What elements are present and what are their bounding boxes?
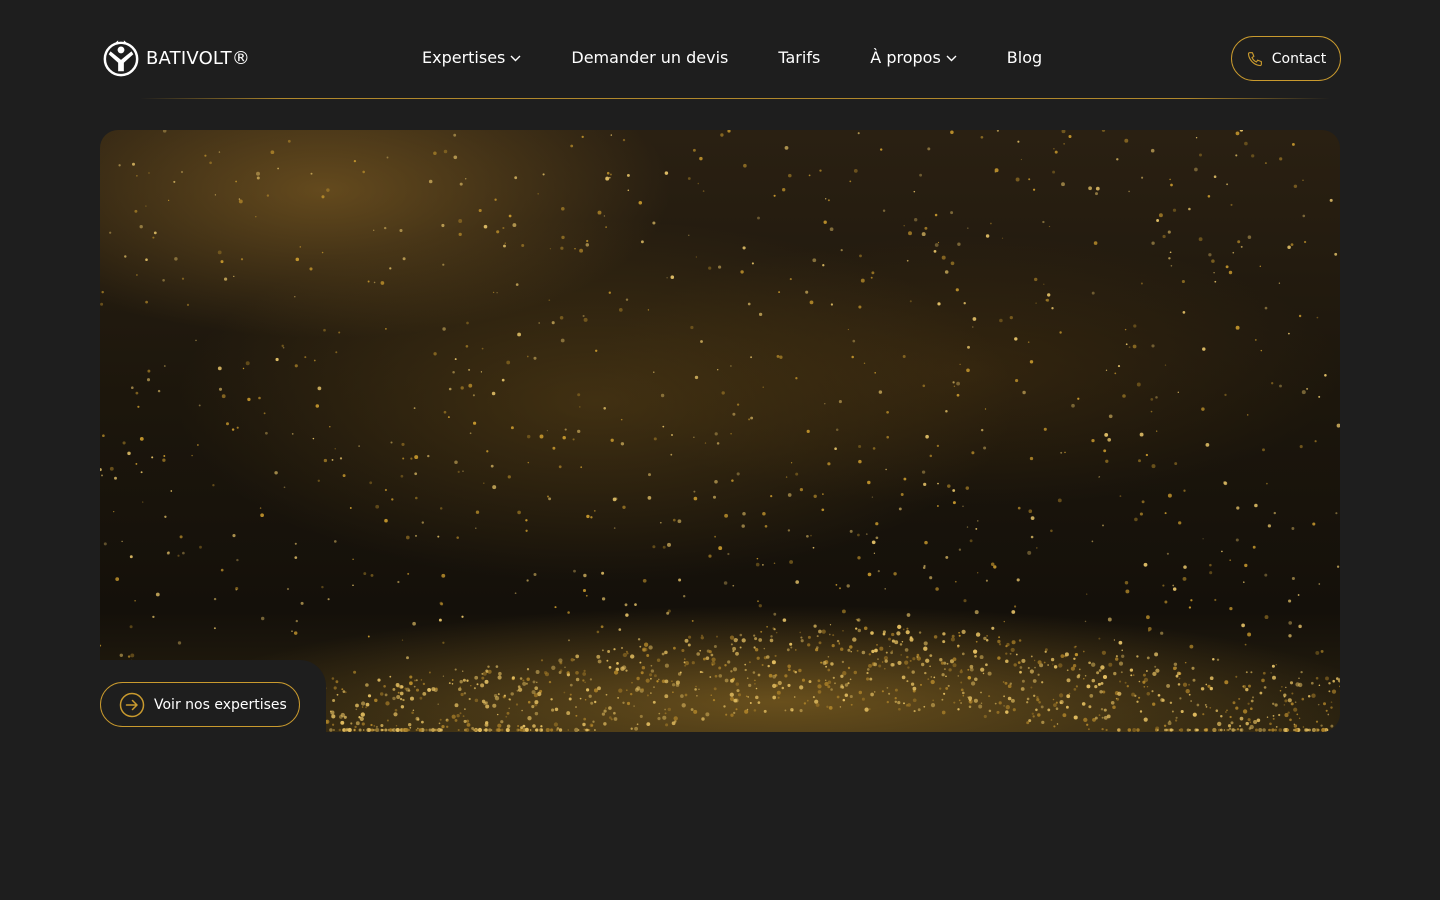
arrow-right-circle-icon bbox=[119, 692, 145, 717]
nav-item-blog[interactable]: Blog bbox=[1007, 48, 1042, 67]
nav-item-label: Demander un devis bbox=[571, 47, 729, 67]
nav-item-expertises[interactable]: Expertises bbox=[422, 48, 521, 67]
nav-item-label: À propos bbox=[870, 47, 941, 67]
site-header: BATIVOLT® Expertises Demander un devis T… bbox=[0, 0, 1440, 100]
nav-item-tarifs[interactable]: Tarifs bbox=[778, 48, 820, 67]
bativolt-person-icon bbox=[103, 40, 139, 77]
cta-label: Voir nos expertises bbox=[154, 696, 287, 713]
logo-link[interactable]: BATIVOLT® bbox=[102, 38, 250, 78]
phone-icon bbox=[1247, 51, 1262, 66]
see-expertises-button[interactable]: Voir nos expertises bbox=[100, 682, 300, 727]
nav-item-demander-devis[interactable]: Demander un devis bbox=[571, 48, 728, 67]
nav-item-label: Expertises bbox=[422, 47, 506, 67]
nav-item-label: Blog bbox=[1006, 47, 1043, 67]
main-nav: Expertises Demander un devis Tarifs À pr… bbox=[422, 44, 1042, 70]
hero-banner bbox=[100, 130, 1340, 732]
nav-item-a-propos[interactable]: À propos bbox=[870, 47, 957, 67]
chevron-down-icon bbox=[946, 55, 957, 61]
contact-label: Contact bbox=[1271, 50, 1327, 67]
brand-name: BATIVOLT® bbox=[146, 47, 251, 69]
chevron-down-icon bbox=[510, 55, 521, 61]
header-divider bbox=[140, 98, 1330, 99]
contact-button[interactable]: Contact bbox=[1231, 36, 1341, 81]
nav-item-label: Tarifs bbox=[778, 47, 821, 67]
golden-particles-image bbox=[100, 130, 1340, 732]
